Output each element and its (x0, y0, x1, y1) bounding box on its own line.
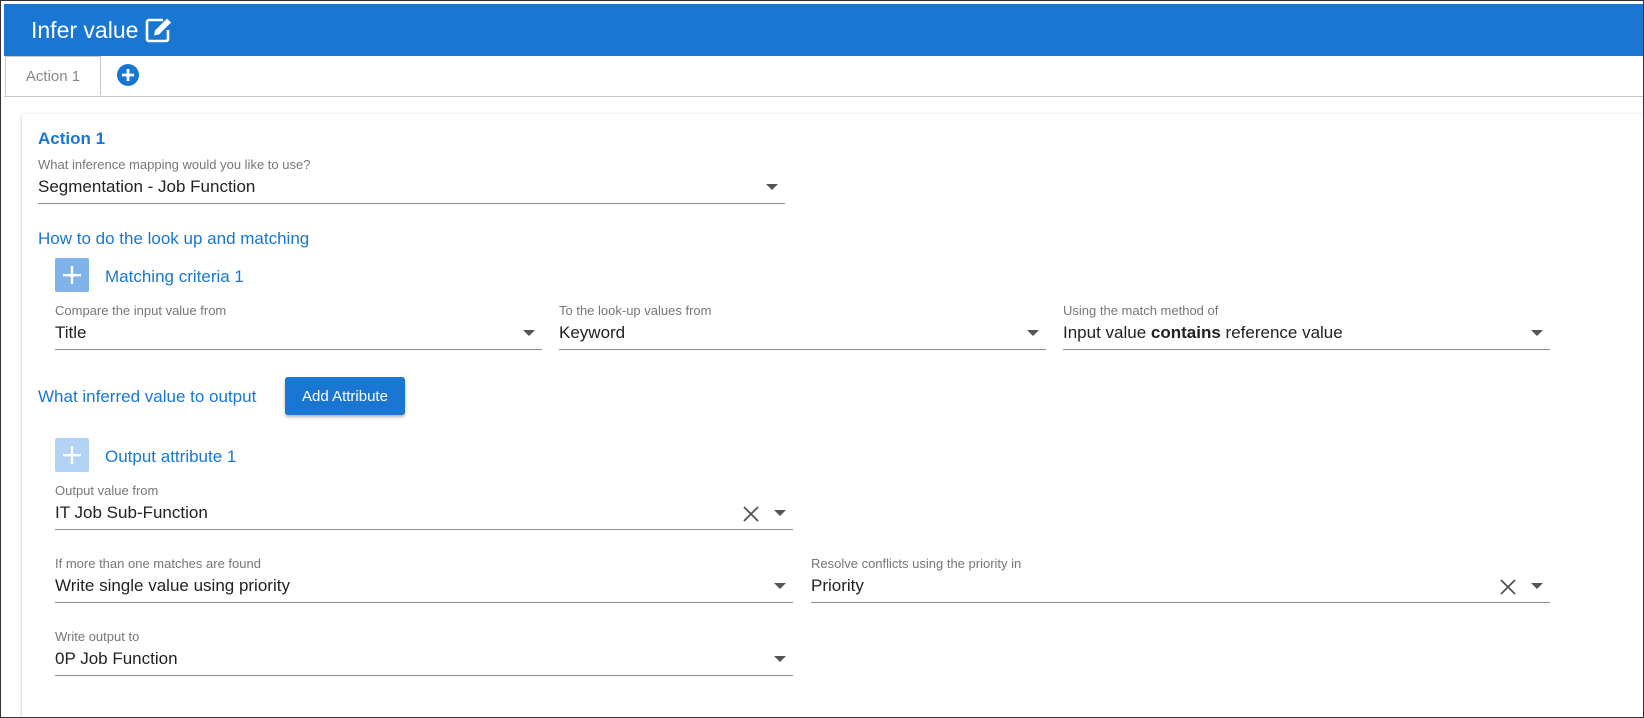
write-output-value: 0P Job Function (55, 649, 178, 668)
chevron-down-icon[interactable] (774, 510, 786, 516)
write-output-select[interactable]: Write output to 0P Job Function (55, 629, 793, 677)
field-underline (55, 602, 793, 603)
match-method-label: Using the match method of (1063, 303, 1219, 318)
chevron-down-icon[interactable] (766, 184, 778, 190)
expand-criteria-button[interactable] (55, 258, 89, 292)
resolve-conflicts-value: Priority (811, 576, 864, 595)
output-value-label: Output value from (55, 483, 159, 498)
edit-icon[interactable] (145, 17, 173, 43)
add-attribute-button[interactable]: Add Attribute (285, 377, 405, 415)
output-section-title: What inferred value to output (38, 387, 257, 406)
output-value-select[interactable]: Output value from IT Job Sub-Function (55, 483, 793, 531)
mapping-value: Segmentation - Job Function (38, 177, 256, 196)
write-output-label: Write output to (55, 629, 140, 644)
output-attr-title: Output attribute 1 (105, 447, 237, 466)
match-method-select[interactable]: Using the match method of Input value co… (1063, 303, 1550, 351)
match-method-value-post: reference value (1220, 323, 1343, 342)
field-underline (55, 675, 793, 676)
plus-icon (63, 266, 81, 284)
mapping-select[interactable]: What inference mapping would you like to… (38, 157, 785, 205)
field-underline (38, 203, 785, 204)
page-header: Infer value (4, 4, 1643, 56)
lookup-section-title: How to do the look up and matching (38, 229, 310, 248)
field-underline (55, 349, 542, 350)
chevron-down-icon[interactable] (1531, 583, 1543, 589)
action-title: Action 1 (38, 129, 106, 148)
lookup-select[interactable]: To the look-up values from Keyword (559, 303, 1046, 351)
expand-output-button[interactable] (55, 438, 89, 472)
criteria-title: Matching criteria 1 (105, 267, 244, 286)
multiple-matches-value: Write single value using priority (55, 576, 290, 595)
compare-select[interactable]: Compare the input value from Title (55, 303, 542, 351)
chevron-down-icon[interactable] (1027, 330, 1039, 336)
clear-icon[interactable] (742, 505, 760, 523)
chevron-down-icon[interactable] (1531, 330, 1543, 336)
resolve-conflicts-select[interactable]: Resolve conflicts using the priority in … (811, 556, 1550, 604)
tab-action-1[interactable]: Action 1 (5, 56, 101, 95)
chevron-down-icon[interactable] (774, 583, 786, 589)
chevron-down-icon[interactable] (774, 656, 786, 662)
multiple-matches-label: If more than one matches are found (55, 556, 261, 571)
page-title: Infer value (31, 16, 139, 43)
tab-label: Action 1 (25, 67, 81, 85)
tab-bar: Action 1 (4, 56, 1643, 97)
match-method-value-pre: Input value (1063, 323, 1151, 342)
field-underline (559, 349, 1046, 350)
field-underline (811, 602, 1550, 603)
clear-icon[interactable] (1499, 578, 1517, 596)
compare-value: Title (55, 323, 87, 342)
field-underline (55, 529, 793, 530)
lookup-value: Keyword (559, 323, 626, 342)
match-method-value-bold: contains (1150, 323, 1221, 342)
mapping-label: What inference mapping would you like to… (38, 157, 311, 172)
resolve-conflicts-label: Resolve conflicts using the priority in (811, 556, 1022, 571)
plus-icon (63, 446, 81, 464)
compare-label: Compare the input value from (55, 303, 227, 318)
lookup-label: To the look-up values from (559, 303, 712, 318)
chevron-down-icon[interactable] (523, 330, 535, 336)
output-value-value: IT Job Sub-Function (55, 503, 208, 522)
field-underline (1063, 349, 1550, 350)
multiple-matches-select[interactable]: If more than one matches are found Write… (55, 556, 793, 604)
action-card: Action 1 What inference mapping would yo… (22, 114, 1643, 717)
window-frame: Infer value Action 1 Action 1 What infer… (0, 0, 1644, 718)
match-method-value: Input value contains reference value (1063, 323, 1343, 343)
add-tab-icon[interactable] (116, 63, 140, 87)
